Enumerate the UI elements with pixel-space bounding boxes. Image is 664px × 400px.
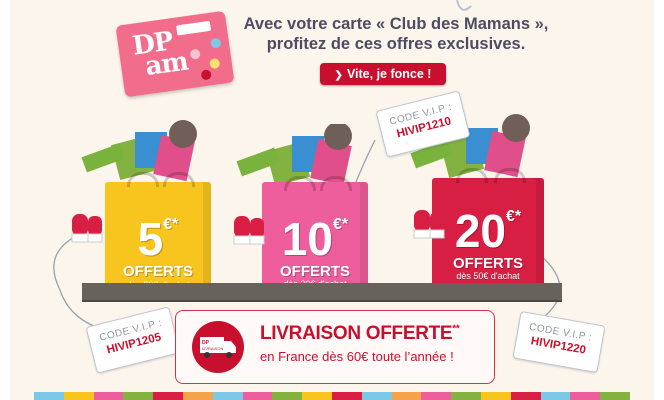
mitten-icon xyxy=(71,214,103,243)
offer-amount: 20€* xyxy=(432,204,544,258)
offer-amount-value: 5 xyxy=(137,213,164,265)
offer-condition: dès 50€ d'achat xyxy=(456,271,520,281)
offer-amount-value: 10 xyxy=(281,213,334,265)
livraison-title-text: LIVRAISON OFFERTE xyxy=(260,323,453,344)
offer-bag-5[interactable]: 5€* OFFERTS dès 20€ d'achat xyxy=(81,120,211,290)
offer-currency: €* xyxy=(506,208,522,225)
email-banner: DP am Avec votre carte « Club des Mamans… xyxy=(0,0,664,400)
mitten-icon xyxy=(233,216,265,245)
offer-amount: 10€* xyxy=(262,212,368,266)
truck-text-2: LIVRAISON xyxy=(202,346,223,351)
mitten-icon xyxy=(413,210,445,239)
offer-bag-10[interactable]: 10€* OFFERTS dès 30€ d'achat xyxy=(236,124,368,289)
livraison-asterisk: ** xyxy=(452,323,460,335)
bottom-color-strip xyxy=(34,392,630,400)
livraison-title: LIVRAISON OFFERTE** xyxy=(260,323,460,345)
free-shipping-banner[interactable]: DP LIVRAISON LIVRAISON OFFERTE** en Fran… xyxy=(175,310,495,384)
offerts-label: OFFERTS xyxy=(280,263,350,280)
offerts-label: OFFERTS xyxy=(123,263,193,280)
shelf xyxy=(82,283,562,300)
offer-amount: 5€* xyxy=(105,212,211,266)
offerts-label: OFFERTS xyxy=(453,255,523,272)
truck-badge: DP LIVRAISON xyxy=(192,321,244,373)
livraison-subtitle: en France dès 60€ toute l’année ! xyxy=(260,349,454,364)
offer-currency: €* xyxy=(333,216,349,233)
offer-currency: €* xyxy=(163,216,179,233)
offer-bag-20[interactable]: 20€* OFFERTS dès 50€ d'achat xyxy=(410,114,544,288)
truck-icon: DP LIVRAISON xyxy=(200,337,236,358)
offer-amount-value: 20 xyxy=(454,205,507,257)
